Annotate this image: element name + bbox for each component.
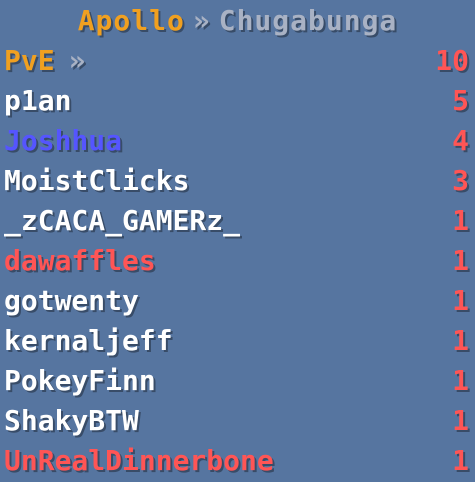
row-left: dawaffles bbox=[4, 244, 156, 277]
player-name: MoistClicks bbox=[4, 163, 190, 197]
scoreboard-row: MoistClicks 3 bbox=[0, 160, 475, 200]
row-left: _zCACA_GAMERz_ bbox=[4, 204, 240, 237]
scoreboard-row: PvE » 10 bbox=[0, 40, 475, 80]
row-left: gotwenty bbox=[4, 284, 139, 317]
player-score: 4 bbox=[452, 123, 469, 157]
row-left: MoistClicks bbox=[4, 164, 189, 197]
scoreboard-header: Apollo » Chugabunga bbox=[0, 0, 475, 40]
player-score: 1 bbox=[452, 203, 469, 237]
row-left: PokeyFinn bbox=[4, 364, 156, 397]
player-name: Joshhua bbox=[4, 123, 123, 157]
player-score: 3 bbox=[452, 163, 469, 197]
player-name: kernaljeff bbox=[4, 323, 173, 357]
player-score: 1 bbox=[452, 443, 469, 477]
scoreboard-row: dawaffles 1 bbox=[0, 240, 475, 280]
player-name: p1an bbox=[4, 83, 72, 117]
player-score: 5 bbox=[452, 83, 469, 117]
player-name: UnRealDinnerbone bbox=[4, 443, 274, 477]
player-score: 1 bbox=[452, 243, 469, 277]
scoreboard-row: gotwenty 1 bbox=[0, 280, 475, 320]
player-score: 1 bbox=[452, 363, 469, 397]
scoreboard-row: ShakyBTW 1 bbox=[0, 400, 475, 440]
player-name: _zCACA_GAMERz_ bbox=[4, 203, 241, 237]
scoreboard-sidebar: Apollo » Chugabunga PvE» 10 p1an 5 Joshhua 4 M… bbox=[0, 0, 475, 482]
player-name: gotwenty bbox=[4, 283, 139, 317]
player-score: 1 bbox=[452, 403, 469, 437]
player-name: PokeyFinn bbox=[4, 363, 156, 397]
player-score: 10 bbox=[435, 43, 469, 77]
scoreboard-row: PokeyFinn 1 bbox=[0, 360, 475, 400]
row-left: p1an bbox=[4, 84, 71, 117]
player-score: 1 bbox=[452, 323, 469, 357]
map-name: Chugabunga bbox=[218, 3, 398, 37]
scoreboard-row: _zCACA_GAMERz_ 1 bbox=[0, 200, 475, 240]
player-name: dawaffles bbox=[4, 243, 156, 277]
scoreboard-row: kernaljeff 1 bbox=[0, 320, 475, 360]
scoreboard-row: p1an 5 bbox=[0, 80, 475, 120]
row-left: UnRealDinnerbone bbox=[4, 444, 274, 477]
scoreboard-row: Joshhua 4 bbox=[0, 120, 475, 160]
server-name: Apollo bbox=[77, 3, 185, 37]
player-score: 1 bbox=[452, 283, 469, 317]
row-separator: » bbox=[68, 43, 86, 77]
row-left: kernaljeff bbox=[4, 324, 173, 357]
player-name: PvE bbox=[4, 43, 55, 77]
row-left: ShakyBTW bbox=[4, 404, 139, 437]
player-name: ShakyBTW bbox=[4, 403, 139, 437]
row-left: PvE » bbox=[4, 44, 85, 77]
header-separator: » bbox=[192, 3, 211, 37]
row-left: Joshhua bbox=[4, 124, 122, 157]
scoreboard-row: UnRealDinnerbone 1 bbox=[0, 440, 475, 480]
scoreboard-rows: PvE» 10 p1an 5 Joshhua 4 MoistClicks 3 _zCACA_GA… bbox=[0, 40, 475, 480]
